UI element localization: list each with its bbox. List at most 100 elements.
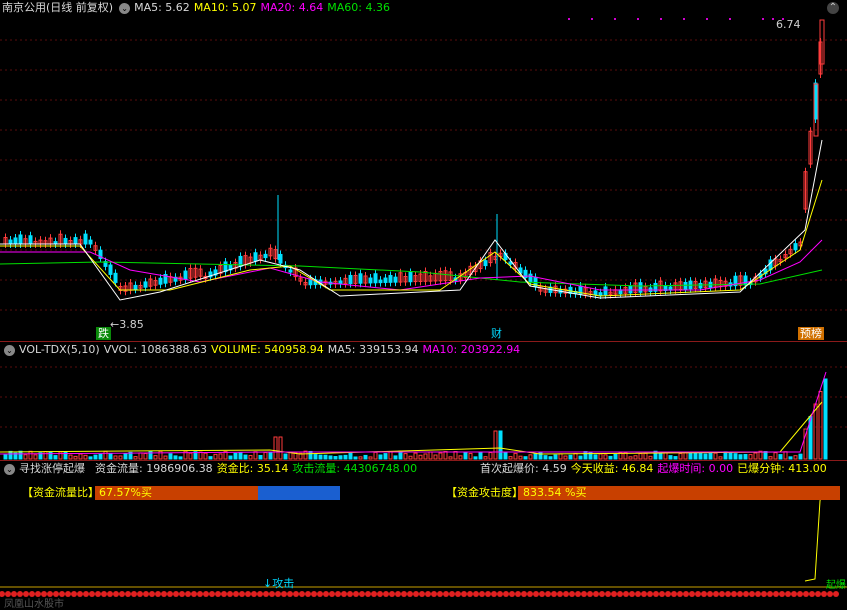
- indicator-dot: [425, 591, 431, 597]
- volume-bar: [203, 452, 208, 460]
- indicator-dot: [485, 591, 491, 597]
- indicator-header-right: 首次起爆价: 4.59 今天收益: 46.84 起爆时间: 0.00 已爆分钟: 41…: [480, 461, 831, 477]
- bottom-watermark: 凤凰山水股市: [4, 599, 64, 610]
- indicator-dot: [737, 591, 743, 597]
- volume-bar: [423, 453, 428, 460]
- chevron-down-icon[interactable]: ⌄: [119, 2, 131, 14]
- indicator-dot: [281, 591, 287, 597]
- volume-bar: [408, 455, 413, 460]
- indicator-dot: [509, 591, 515, 597]
- chevron-down-icon[interactable]: ⌄: [4, 463, 15, 475]
- indicator-dot: [359, 591, 365, 597]
- volume-bar: [248, 455, 253, 460]
- volume-bar: [448, 456, 453, 460]
- indicator-dot: [671, 591, 677, 597]
- volume-bar: [633, 455, 638, 460]
- volume-bar: [18, 450, 23, 460]
- indicator-dot: [521, 591, 527, 597]
- volume-bar: [778, 454, 783, 460]
- indicator-dot: [731, 591, 737, 597]
- indicator-dot: [641, 591, 647, 597]
- signal-dot: [614, 18, 616, 20]
- indicator-dot: [701, 591, 707, 597]
- candle-body: [598, 292, 603, 296]
- indicator-dot: [461, 591, 467, 597]
- low-price-value: 3.85: [119, 318, 144, 331]
- marker-yubang: 预榜: [798, 327, 824, 340]
- volume-bar: [603, 454, 608, 460]
- volume-bar: [208, 456, 213, 460]
- volume-bar: [733, 453, 738, 460]
- volume-bar: [73, 455, 78, 460]
- volume-bar: [163, 455, 168, 460]
- candle-body: [18, 234, 23, 245]
- indicator-dot: [245, 591, 251, 597]
- ma10-label: MA10: 5.07: [193, 1, 257, 14]
- signal-dot: [706, 18, 708, 20]
- volume-ma10-line: [0, 371, 827, 455]
- indicator-dot: [593, 591, 599, 597]
- volume-bar: [628, 456, 633, 460]
- price-header: 南京公用(日线 前复权) ⌄ MA5: 5.62 MA10: 5.07 MA20: 4.…: [2, 0, 394, 16]
- signal-dot: [683, 18, 685, 20]
- indicator-dot: [809, 591, 815, 597]
- indicator-dot: [101, 591, 107, 597]
- candle-body: [83, 233, 88, 245]
- chevron-down-icon[interactable]: ⌄: [4, 344, 15, 356]
- volume-bar: [608, 455, 613, 460]
- indicator-dot: [347, 591, 353, 597]
- volume-bar: [43, 451, 48, 460]
- indicator-dot: [365, 591, 371, 597]
- price-chart: [0, 18, 847, 311]
- volume-bar: [313, 454, 318, 460]
- indicator-dot: [587, 591, 593, 597]
- candle-body: [393, 276, 398, 283]
- low-price-label: ←3.85: [110, 318, 144, 331]
- volume-bar: [788, 456, 793, 460]
- indicator-dot: [149, 591, 155, 597]
- volume-bar: [28, 450, 33, 460]
- indicator-dot: [407, 591, 413, 597]
- indicator-dot: [317, 591, 323, 597]
- indicator-dot: [785, 591, 791, 597]
- indicator-chart: [0, 490, 847, 597]
- volume-bar: [513, 452, 518, 460]
- indicator-dot: [209, 591, 215, 597]
- signal-dot: [591, 18, 593, 20]
- candle-body: [388, 275, 393, 283]
- indicator-dot: [179, 591, 185, 597]
- attack-bar-label: 【资金攻击度】833.54 %买: [446, 486, 586, 500]
- indicator-dot: [791, 591, 797, 597]
- candle-body: [73, 237, 78, 245]
- volume-bar: [688, 452, 693, 460]
- volume-bar: [533, 453, 538, 460]
- volume-bar: [273, 436, 278, 460]
- volume-bar: [553, 454, 558, 460]
- signal-dot: [660, 18, 662, 20]
- volume-bar: [228, 455, 233, 460]
- volume-bar: [488, 452, 493, 460]
- indicator-dot: [65, 591, 71, 597]
- indicator-dot: [617, 591, 623, 597]
- price-panel: 南京公用(日线 前复权) ⌄ MA5: 5.62 MA10: 5.07 MA20: 4.…: [0, 0, 847, 341]
- volume-bar: [683, 452, 688, 460]
- indicator-dot: [173, 591, 179, 597]
- indicator-dot: [659, 591, 665, 597]
- ma20-label: MA20: 4.64: [260, 1, 324, 14]
- candle-body: [158, 277, 163, 285]
- indicator-dot: [581, 591, 587, 597]
- indicator-dot: [479, 591, 485, 597]
- indicator-dot: [545, 591, 551, 597]
- indicator-dot: [755, 591, 761, 597]
- ma60-label: MA60: 4.36: [327, 1, 390, 14]
- candle-body: [603, 286, 608, 296]
- volume-bar: [583, 451, 588, 460]
- volume-bar: [493, 430, 498, 460]
- fund-ratio: 资金比: 35.14: [216, 462, 289, 475]
- volume-bar: [763, 451, 768, 460]
- indicator-dot: [125, 591, 131, 597]
- candle-body: [63, 237, 68, 245]
- indicator-dot: [335, 591, 341, 597]
- signal-dot: [729, 18, 731, 20]
- scroll-up-icon[interactable]: ⌃: [827, 2, 839, 14]
